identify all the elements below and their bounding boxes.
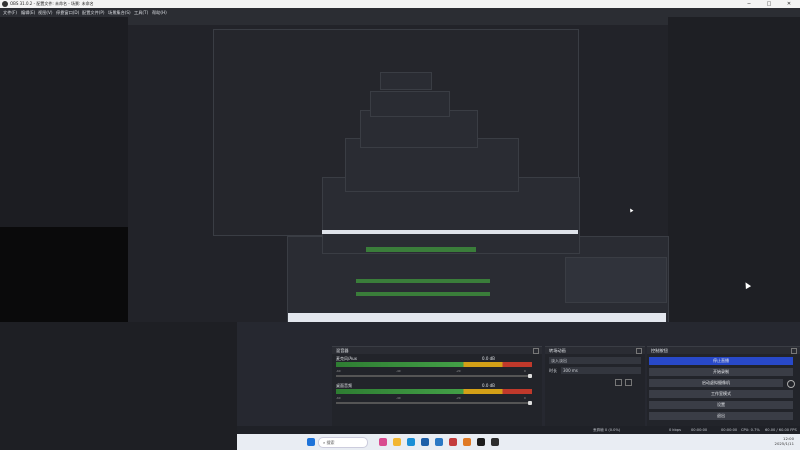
docks-region: 混音器 麦克风/Aux 0.0 dB -60 -40 -20 0 桌面音频 0.… [237, 322, 800, 436]
capture-level-1-menubar [128, 17, 668, 25]
duration-label: 时长 [549, 368, 557, 373]
capture-controls-panel [565, 257, 667, 303]
mic-volume-meter [336, 362, 532, 367]
menu-view[interactable]: 视图(V) [38, 8, 53, 17]
start-virtual-camera-button[interactable]: 启动虚拟摄像机 [649, 379, 783, 387]
studio-mode-button[interactable]: 工作室模式 [649, 390, 793, 398]
dock-float-icon[interactable] [791, 348, 797, 354]
capture-meter-row-a [366, 247, 476, 252]
taskbar-app-icon[interactable] [379, 438, 387, 446]
rec-time: 00:00:00 [721, 428, 738, 432]
search-icon: ⌕ [323, 440, 326, 445]
capture-taskbar-small [322, 230, 578, 234]
stop-streaming-button[interactable]: 停止直播 [649, 357, 793, 365]
app-dark-icon[interactable] [491, 438, 499, 446]
preview-left-bg [0, 17, 128, 227]
menu-profile[interactable]: 配置文件(P) [82, 8, 105, 17]
menu-edit[interactable]: 编辑(E) [21, 8, 35, 17]
mouse-cursor-icon [742, 280, 752, 290]
exit-button[interactable]: 退出 [649, 412, 793, 420]
start-menu-icon[interactable] [307, 438, 315, 446]
dock-float-icon[interactable] [533, 348, 539, 354]
menu-help[interactable]: 帮助(H) [152, 8, 167, 17]
tray-date: 2025/1/11 [774, 441, 794, 446]
audio-mixer-header: 混音器 [332, 347, 542, 354]
audio-mixer-dock: 混音器 麦克风/Aux 0.0 dB -60 -40 -20 0 桌面音频 0.… [332, 346, 542, 436]
capture-meter-row-b [356, 279, 490, 283]
channel-level-desktop: 0.0 dB [482, 383, 495, 388]
capture-taskbar [288, 313, 666, 322]
taskbar-search[interactable]: ⌕ 搜索 [318, 437, 368, 448]
tray-clock[interactable]: 12:00 2025/1/11 [775, 436, 794, 446]
virtual-camera-gear-icon[interactable] [787, 380, 795, 388]
mic-slider-knob[interactable] [528, 374, 532, 378]
menu-scene-collection[interactable]: 场景集合(S) [108, 8, 131, 17]
desktop-slider-knob[interactable] [528, 401, 532, 405]
app-orange-icon[interactable] [463, 438, 471, 446]
dropped-frames: 丢弃帧 0 (0.0%) [593, 428, 621, 432]
capture-mixer-level-7 [380, 72, 432, 90]
desktop-meter-ticks: -60 -40 -20 0 [336, 396, 526, 400]
desktop-volume-slider[interactable] [336, 401, 532, 405]
channel-level-mic: 0.0 dB [482, 356, 495, 361]
fps: 60.00 / 60.00 FPS [765, 428, 797, 432]
menu-file[interactable]: 文件(F) [3, 8, 17, 17]
dock-float-icon[interactable] [636, 348, 642, 354]
duration-input[interactable]: 300 ms [561, 367, 641, 374]
transitions-dock: 转场动画 淡入淡出 时长 300 ms [545, 346, 645, 436]
start-recording-button[interactable]: 开始录制 [649, 368, 793, 376]
mic-volume-slider[interactable] [336, 374, 532, 378]
mic-meter-ticks: -60 -40 -20 0 [336, 369, 526, 373]
controls-title: 控制按钮 [651, 348, 668, 353]
cpu-usage: CPU: 0.7% [741, 428, 760, 432]
search-placeholder: 搜索 [326, 440, 335, 445]
edge-icon[interactable] [407, 438, 415, 446]
close-button[interactable]: ✕ [782, 0, 796, 8]
menu-docks[interactable]: 停靠窗口(D) [56, 8, 79, 17]
transitions-title: 转场动画 [549, 348, 566, 353]
window-titlebar: OBS 31.0.2 - 配置文件: 未命名 - 场景: 未命名 ─ □ ✕ [0, 0, 800, 8]
status-bar: 丢弃帧 0 (0.0%) 0 kbps 00:00:00 00:00:00 CP… [237, 426, 800, 434]
transitions-header: 转场动画 [545, 347, 645, 354]
desktop-volume-meter [336, 389, 532, 394]
menu-tools[interactable]: 工具(T) [134, 8, 148, 17]
controls-header: 控制按钮 [647, 347, 800, 354]
remove-transition-icon[interactable] [625, 379, 632, 386]
live-time: 00:00:00 [691, 428, 708, 432]
window-title: OBS 31.0.2 - 配置文件: 未命名 - 场景: 未命名 [10, 1, 94, 6]
transition-select[interactable]: 淡入淡出 [549, 357, 641, 364]
menu-bar: 文件(F) 编辑(E) 视图(V) 停靠窗口(D) 配置文件(P) 场景集合(S… [0, 8, 800, 17]
add-transition-icon[interactable] [615, 379, 622, 386]
store-icon[interactable] [421, 438, 429, 446]
file-explorer-icon[interactable] [393, 438, 401, 446]
minimize-button[interactable]: ─ [742, 0, 756, 8]
maximize-button[interactable]: □ [762, 0, 776, 8]
audio-mixer-title: 混音器 [336, 348, 349, 353]
capture-mixer-level-6 [370, 91, 450, 117]
browser-icon[interactable] [435, 438, 443, 446]
bitrate: 0 kbps [669, 428, 681, 432]
obs-taskbar-icon[interactable] [477, 438, 485, 446]
settings-button[interactable]: 设置 [649, 401, 793, 409]
obs-logo-icon [2, 1, 8, 7]
app-red-icon[interactable] [449, 438, 457, 446]
controls-dock: 控制按钮 停止直播 开始录制 启动虚拟摄像机 工作室模式 设置 退出 [647, 346, 800, 436]
preview-canvas[interactable] [0, 17, 800, 341]
capture-meter-row-c [356, 292, 490, 296]
